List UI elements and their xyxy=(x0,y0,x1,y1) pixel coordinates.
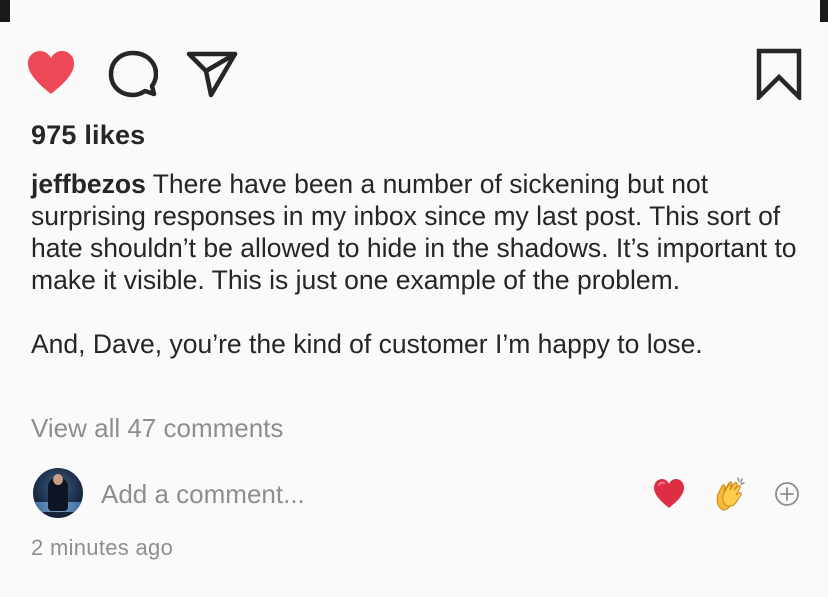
caption-paragraph-1: jeffbezos There have been a number of si… xyxy=(31,168,811,296)
caption-username[interactable]: jeffbezos xyxy=(31,169,146,199)
avatar[interactable] xyxy=(33,468,83,518)
share-button[interactable] xyxy=(186,50,238,98)
clap-reaction-button[interactable] xyxy=(711,476,747,512)
caption-text: There have been a number of sickening bu… xyxy=(31,169,797,295)
bookmark-icon xyxy=(756,48,802,103)
comment-button[interactable] xyxy=(108,50,159,98)
more-reactions-button[interactable] xyxy=(774,481,800,507)
red-heart-emoji-icon xyxy=(654,479,684,508)
top-edge-bar-left xyxy=(0,0,10,22)
caption-paragraph-2: And, Dave, you’re the kind of customer I… xyxy=(31,329,703,359)
plus-circle-icon xyxy=(775,482,799,506)
paper-plane-icon xyxy=(186,51,238,98)
like-button[interactable] xyxy=(26,50,76,96)
post-caption: jeffbezos There have been a number of si… xyxy=(31,168,811,360)
likes-count[interactable]: 975 likes xyxy=(31,120,145,151)
heart-filled-icon xyxy=(27,51,75,94)
clapping-hands-emoji-icon xyxy=(716,477,745,511)
comment-bubble-icon xyxy=(108,50,159,98)
add-comment-row xyxy=(33,468,803,520)
post-timestamp: 2 minutes ago xyxy=(31,535,174,560)
view-all-comments-link[interactable]: View all 47 comments xyxy=(31,413,283,444)
save-button[interactable] xyxy=(756,48,802,103)
heart-reaction-button[interactable] xyxy=(652,478,686,510)
post-action-bar xyxy=(26,48,802,103)
comment-input[interactable] xyxy=(101,476,601,512)
top-edge-bar-right xyxy=(820,0,828,22)
